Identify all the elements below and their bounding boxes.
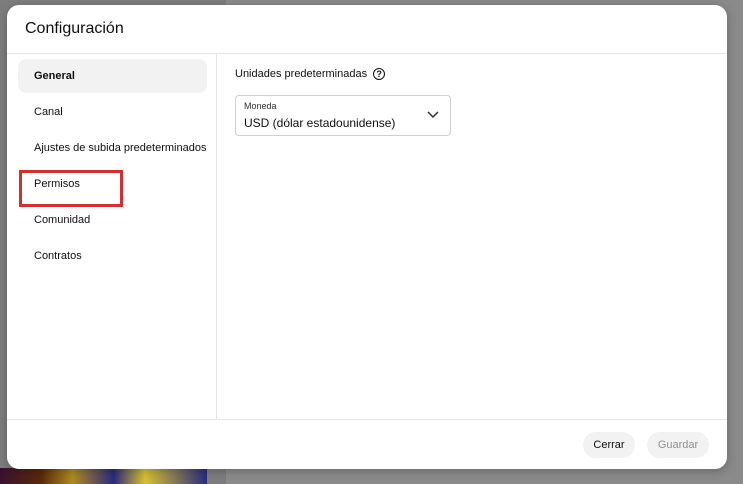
- section-label: Unidades predeterminadas ?: [235, 68, 386, 80]
- settings-dialog: Configuración General Canal Ajustes de s…: [7, 5, 727, 469]
- currency-select[interactable]: Moneda USD (dólar estadounidense): [235, 95, 451, 136]
- sidebar-item-contratos[interactable]: Contratos: [18, 239, 207, 273]
- section-label-text: Unidades predeterminadas: [235, 68, 368, 80]
- question-circle-icon[interactable]: ?: [373, 68, 386, 80]
- currency-select-value: USD (dólar estadounidense): [244, 116, 396, 130]
- save-button[interactable]: Guardar: [647, 432, 709, 458]
- sidebar-item-comunidad[interactable]: Comunidad: [18, 203, 207, 237]
- currency-select-caption: Moneda: [244, 101, 277, 111]
- dialog-footer: Cerrar Guardar: [7, 419, 727, 469]
- background-thumbnail: [0, 468, 207, 484]
- sidebar-item-upload-defaults[interactable]: Ajustes de subida predeterminados: [18, 131, 207, 165]
- sidebar-item-general[interactable]: General: [18, 59, 207, 93]
- settings-sidebar: General Canal Ajustes de subida predeter…: [7, 53, 217, 419]
- close-button[interactable]: Cerrar: [583, 432, 635, 458]
- settings-content: Unidades predeterminadas ? Moneda USD (d…: [217, 53, 727, 419]
- dialog-title: Configuración: [25, 20, 124, 37]
- chevron-down-icon: [427, 111, 439, 119]
- dialog-header: Configuración: [7, 5, 727, 54]
- sidebar-item-canal[interactable]: Canal: [18, 95, 207, 129]
- permisos-highlight-box: [19, 170, 123, 207]
